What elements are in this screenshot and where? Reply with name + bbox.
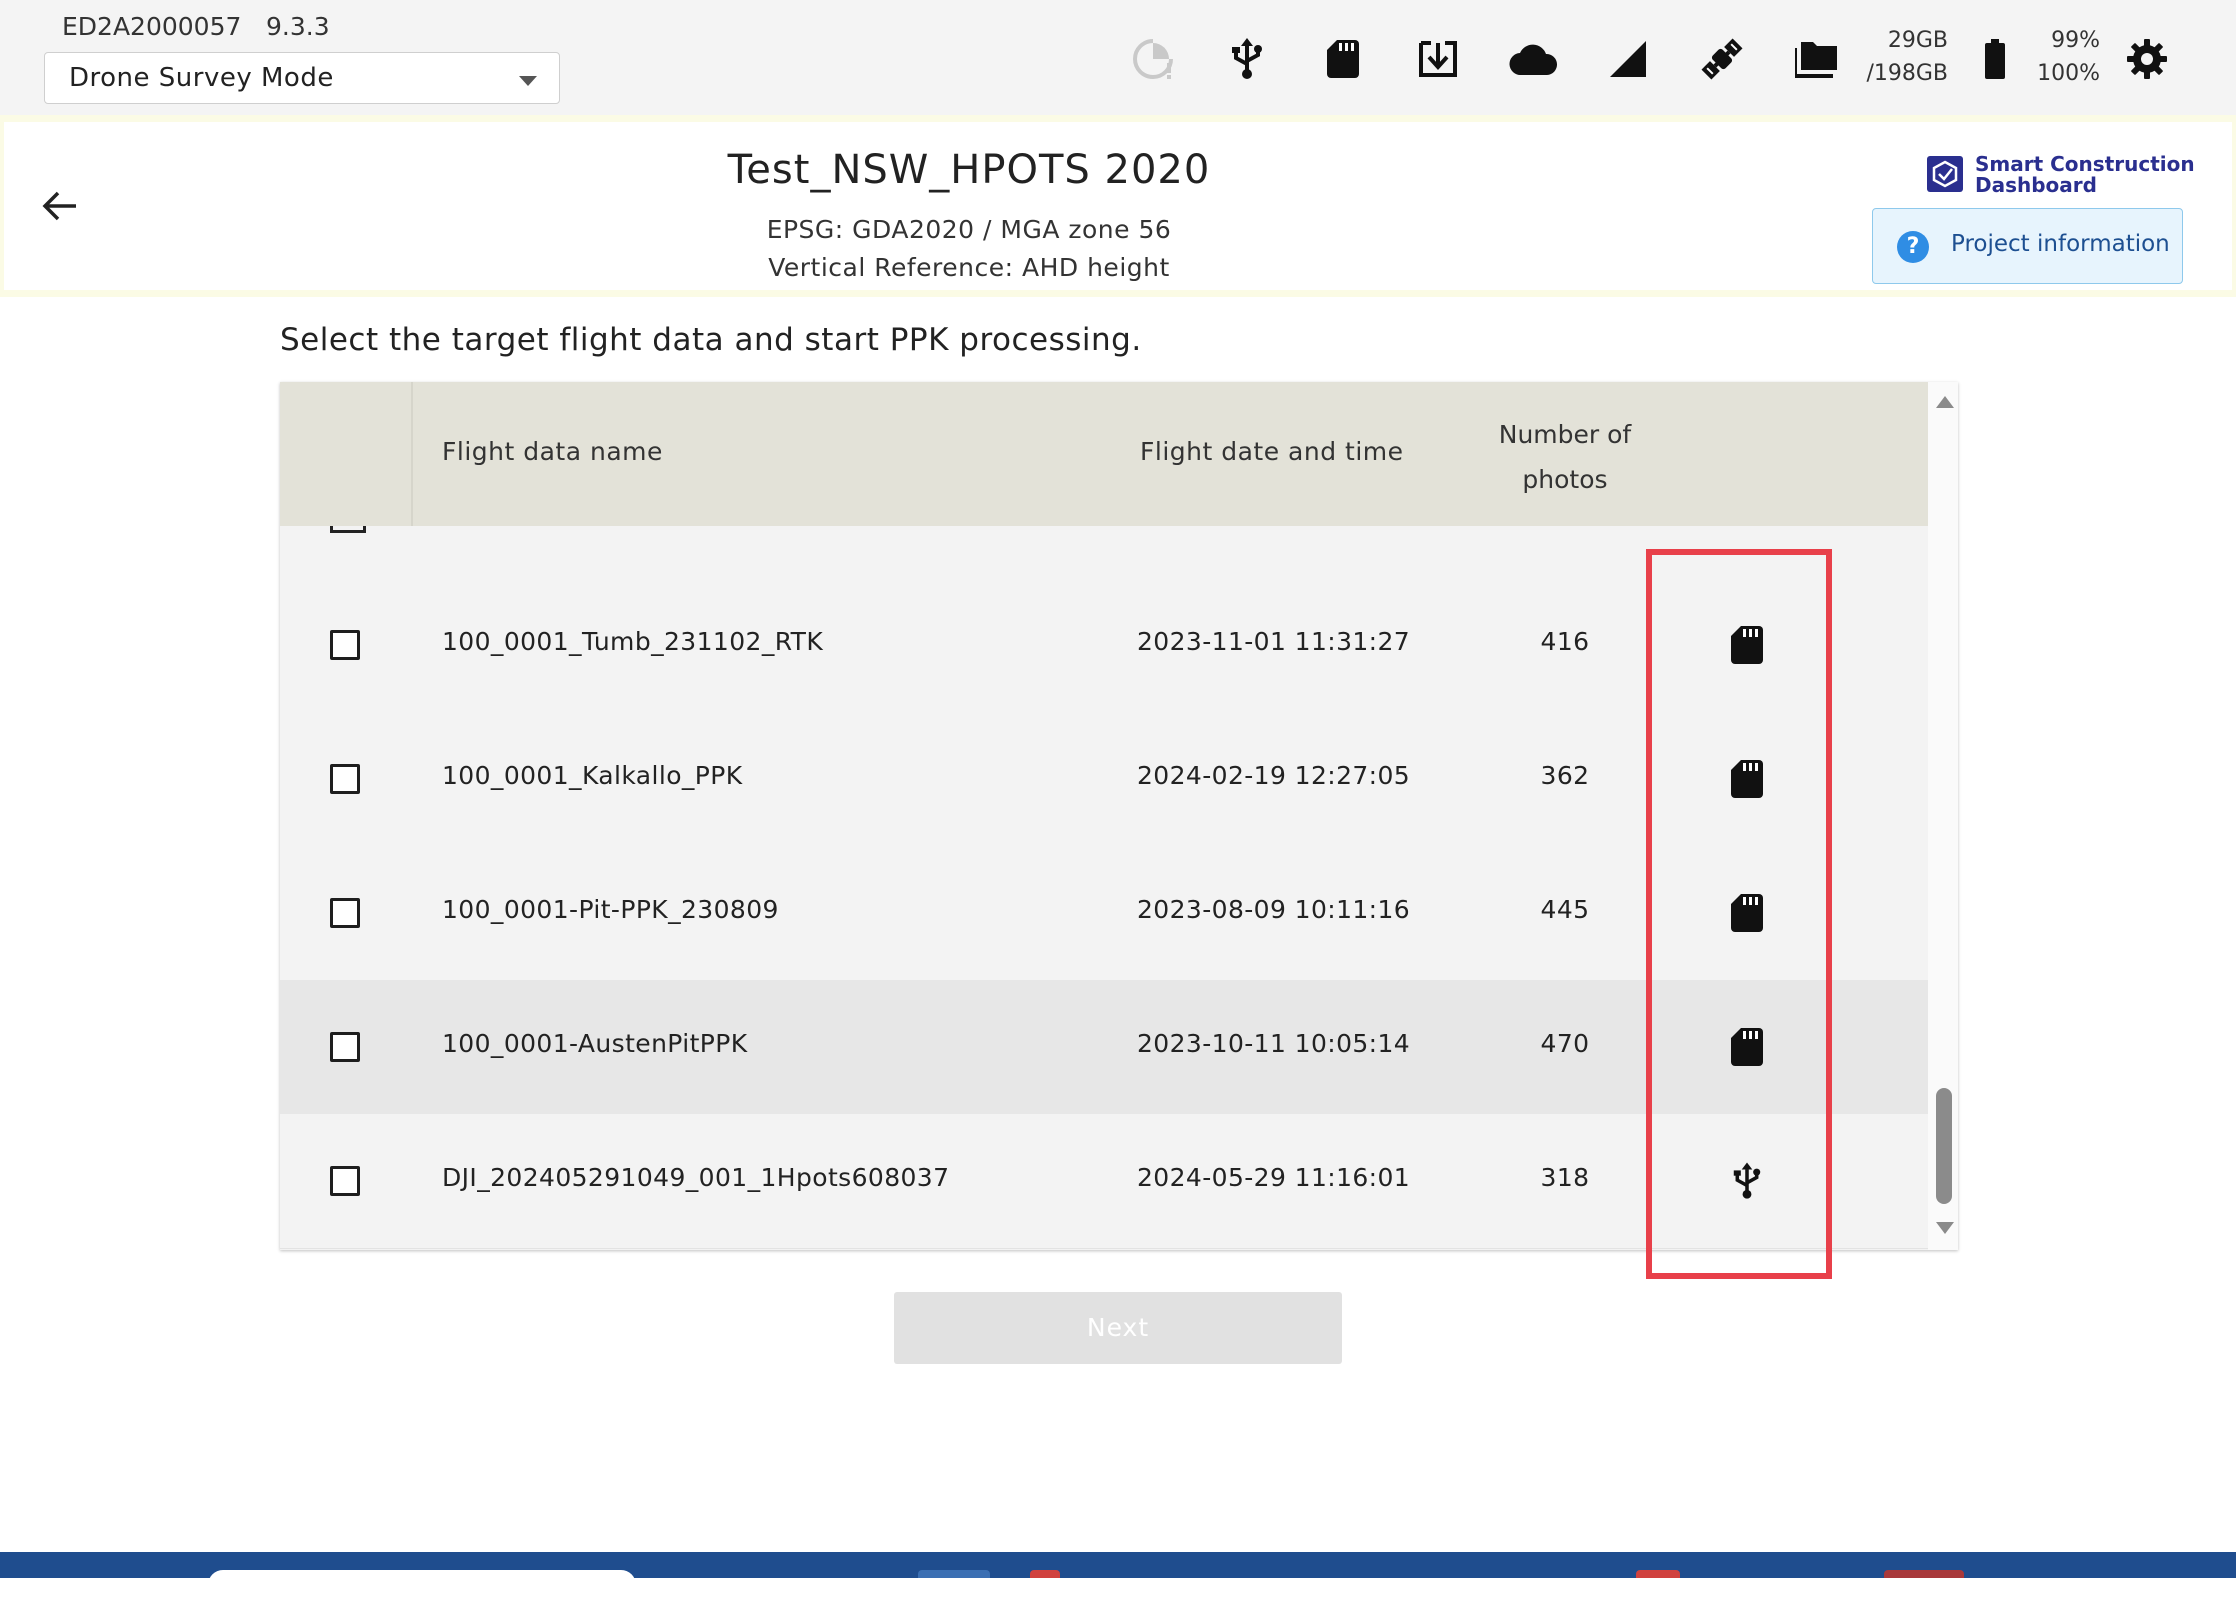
flight-data-name: 100_0001-AustenPitPPK <box>442 1029 748 1058</box>
sd-card-icon <box>1722 620 1772 670</box>
loading-alert-icon <box>1128 34 1178 84</box>
instruction-text: Select the target flight data and start … <box>280 322 1142 358</box>
battery-primary: 99% <box>2051 28 2100 53</box>
row-checkbox[interactable] <box>330 764 360 794</box>
row-checkbox[interactable] <box>330 630 360 660</box>
cloud-icon <box>1508 34 1558 84</box>
header-divider <box>411 382 413 526</box>
flight-date-time: 2023-10-11 10:05:14 <box>1137 1029 1411 1058</box>
mode-select[interactable]: Drone Survey Mode <box>44 52 560 104</box>
taskbar-app-icon[interactable] <box>918 1570 990 1578</box>
table-row[interactable]: 100_0001_Kalkallo_PPK 2024-02-19 12:27:05… <box>280 712 1928 847</box>
taskbar-app-icon[interactable] <box>1030 1570 1060 1578</box>
scroll-up-icon[interactable] <box>1936 396 1954 408</box>
flight-data-name: 100_0001_Kalkallo_PPK <box>442 761 743 790</box>
os-taskbar <box>0 1552 2236 1600</box>
project-information-button[interactable]: ? Project information <box>1872 208 2183 284</box>
flight-date-time: 2024-05-29 11:16:01 <box>1137 1163 1411 1192</box>
photo-count: 362 <box>1540 761 1590 790</box>
next-button[interactable]: Next <box>894 1292 1342 1364</box>
mode-select-value: Drone Survey Mode <box>69 63 334 93</box>
help-icon: ? <box>1897 231 1929 263</box>
checkbox-partial[interactable] <box>330 526 366 533</box>
sd-card-icon <box>1318 34 1368 84</box>
photo-count: 445 <box>1540 895 1590 924</box>
logo-mark-icon <box>1927 156 1963 192</box>
project-information-label: Project information <box>1951 231 2170 257</box>
flight-date-time: 2023-08-09 10:11:16 <box>1137 895 1411 924</box>
epsg-label: EPSG: GDA2020 / MGA zone 56 <box>766 215 1172 244</box>
storage-total: /198GB <box>1866 61 1948 86</box>
table-header: Flight data name Flight date and time Nu… <box>280 382 1928 526</box>
column-header-photos: Number of photos <box>1420 412 1710 502</box>
status-bar: ED2A2000057 9.3.3 Drone Survey Mode 29GB… <box>0 0 2236 115</box>
flight-data-name: 100_0001_Tumb_231102_RTK <box>442 627 824 656</box>
row-checkbox[interactable] <box>330 898 360 928</box>
scroll-down-icon[interactable] <box>1936 1222 1954 1234</box>
photo-count: 416 <box>1540 627 1590 656</box>
project-header: Test_NSW_HPOTS 2020 EPSG: GDA2020 / MGA … <box>0 115 2236 297</box>
satellite-icon <box>1697 34 1747 84</box>
flight-date-time: 2023-11-01 11:31:27 <box>1137 627 1411 656</box>
table-scrollbar[interactable] <box>1928 382 1958 1250</box>
column-header-name: Flight data name <box>442 437 663 466</box>
battery-icon <box>1970 34 2020 84</box>
taskbar-app-icon[interactable] <box>1884 1570 1964 1578</box>
column-header-date: Flight date and time <box>1140 437 1404 466</box>
project-title: Test_NSW_HPOTS 2020 <box>727 147 1211 193</box>
taskbar-app-icon[interactable] <box>1636 1570 1680 1578</box>
table-row[interactable]: DJI_202405291049_001_1Hpots608037 2024-05… <box>280 1114 1928 1249</box>
table-row[interactable]: 100_0001-AustenPitPPK 2023-10-11 10:05:14… <box>280 980 1928 1115</box>
row-checkbox[interactable] <box>330 1166 360 1196</box>
flight-data-name: DJI_202405291049_001_1Hpots608037 <box>442 1163 950 1192</box>
storage-used: 29GB <box>1887 28 1948 53</box>
usb-icon <box>1222 34 1272 84</box>
storage-readout: 29GB /198GB <box>1858 24 1948 90</box>
sd-card-icon <box>1722 888 1772 938</box>
column-header-photos-line1: Number of <box>1498 420 1632 449</box>
flight-data-table: Flight data name Flight date and time Nu… <box>280 382 1958 1250</box>
photo-count: 470 <box>1540 1029 1590 1058</box>
folders-icon <box>1792 34 1842 84</box>
table-row-partial <box>280 526 1928 579</box>
scroll-thumb[interactable] <box>1936 1088 1952 1204</box>
battery-readout: 99% 100% <box>2026 24 2100 90</box>
vertical-reference-label: Vertical Reference: AHD height <box>768 253 1170 282</box>
column-header-photos-line2: photos <box>1522 465 1608 494</box>
app-version: 9.3.3 <box>266 12 330 41</box>
row-checkbox[interactable] <box>330 1032 360 1062</box>
table-row[interactable]: 100_0001-Pit-PPK_230809 2023-08-09 10:11:… <box>280 846 1928 981</box>
flight-data-name: 100_0001-Pit-PPK_230809 <box>442 895 779 924</box>
smart-construction-logo: Smart Construction Dashboard <box>1927 152 2195 198</box>
photo-count: 318 <box>1540 1163 1590 1192</box>
logo-text-line2: Dashboard <box>1975 173 2097 197</box>
flight-date-time: 2024-02-19 12:27:05 <box>1137 761 1411 790</box>
sd-card-icon <box>1722 754 1772 804</box>
battery-secondary: 100% <box>2037 61 2100 86</box>
taskbar-search[interactable] <box>208 1570 636 1600</box>
download-icon <box>1413 34 1463 84</box>
usb-icon <box>1722 1156 1772 1206</box>
chevron-down-icon <box>519 76 537 86</box>
table-row[interactable]: 100_0001_Tumb_231102_RTK 2023-11-01 11:31… <box>280 578 1928 713</box>
device-id: ED2A2000057 <box>62 12 242 41</box>
signal-icon <box>1603 34 1653 84</box>
sd-card-icon <box>1722 1022 1772 1072</box>
gear-icon[interactable] <box>2122 34 2172 84</box>
